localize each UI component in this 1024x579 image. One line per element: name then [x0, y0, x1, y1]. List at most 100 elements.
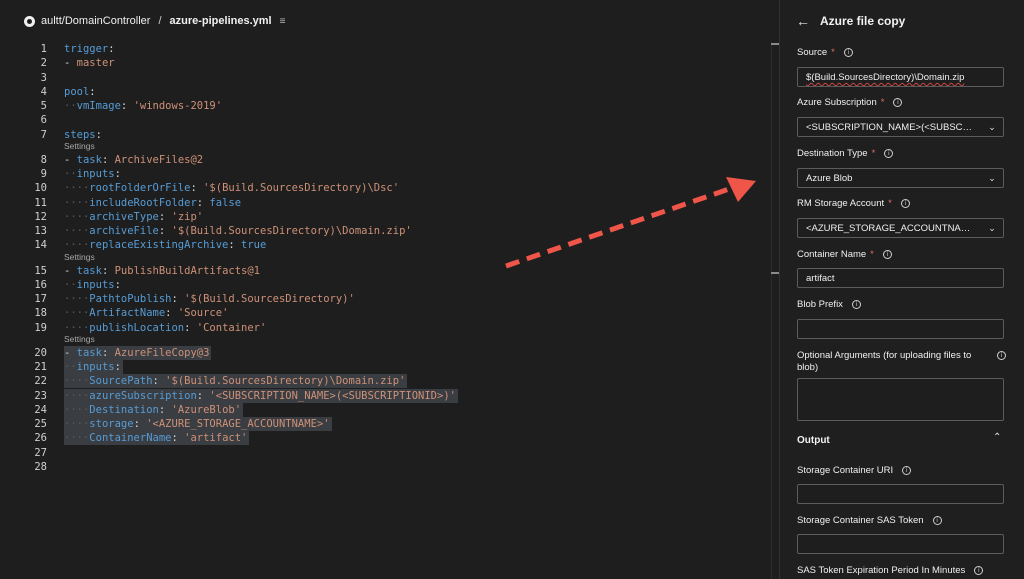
code-line[interactable]: 20 - task: AzureFileCopy@3	[0, 345, 770, 360]
info-icon[interactable]: i	[974, 566, 984, 575]
code-token: :	[158, 225, 172, 237]
output-section-title[interactable]: Output	[797, 435, 830, 446]
code-token: ··	[64, 361, 77, 373]
code-line[interactable]: 8 - task: ArchiveFiles@2	[0, 153, 770, 167]
blob-prefix-label-text: Blob Prefix	[797, 299, 843, 310]
code-line[interactable]: 23 ····azureSubscription: '<SUBSCRIPTION_…	[0, 388, 770, 403]
code-line[interactable]: 27	[0, 446, 770, 460]
code-token: '$(Build.SourcesDirectory)\Dsc'	[203, 182, 400, 195]
line-number: 5	[40, 100, 47, 112]
code-token: :	[158, 403, 172, 416]
code-token: :	[196, 389, 210, 402]
code-line[interactable]: 17 ····PathtoPublish: '$(Build.SourcesDir…	[0, 292, 770, 306]
code-token: :	[108, 43, 115, 55]
code-token: '<AZURE_STORAGE_ACCOUNTNAME>'	[146, 418, 330, 430]
code-line[interactable]: 26 ····ContainerName: 'artifact'	[0, 431, 770, 446]
code-line[interactable]: 1 trigger:	[0, 42, 770, 56]
code-token: :	[152, 375, 166, 388]
codelens-settings[interactable]: Settings	[64, 252, 95, 263]
sas-token-input[interactable]	[797, 534, 1004, 554]
info-icon[interactable]: i	[900, 199, 910, 208]
codelens-settings[interactable]: Settings	[64, 141, 95, 152]
code-token: inputs	[76, 168, 115, 180]
code-text: - task: AzureFileCopy@3	[64, 345, 212, 360]
code-token: PathtoPublish	[89, 293, 172, 305]
sas-token-label-text: Storage Container SAS Token	[797, 515, 924, 526]
code-line[interactable]: 3	[0, 71, 770, 85]
info-icon[interactable]: i	[902, 466, 912, 475]
optional-args-label: Optional Arguments (for uploading files …	[797, 350, 1007, 374]
code-token: -	[64, 346, 77, 359]
chevron-down-icon: ⌄	[988, 173, 996, 183]
code-text: ····storage: '<AZURE_STORAGE_ACCOUNTNAME…	[64, 417, 332, 431]
destination-select[interactable]: Azure Blob ⌄	[797, 168, 1004, 188]
source-input[interactable]: $(Build.SourcesDirectory)\Domain.zip	[797, 67, 1004, 87]
blob-prefix-input[interactable]	[797, 319, 1004, 339]
storage-label: RM Storage Account * i	[797, 198, 910, 209]
info-icon[interactable]: i	[882, 250, 892, 259]
code-line[interactable]: 16 ··inputs:	[0, 278, 770, 292]
code-token: ArchiveFiles@2	[114, 153, 204, 166]
code-text: ····ContainerName: 'artifact'	[64, 431, 250, 446]
code-token: trigger	[64, 43, 109, 55]
back-arrow-icon[interactable]: ←	[796, 14, 810, 28]
storage-select[interactable]: <AZURE_STORAGE_ACCOUNTNAME> ⌄	[797, 218, 1004, 238]
scrollbar-marker-top[interactable]	[771, 43, 779, 45]
code-token: ····	[64, 293, 90, 305]
optional-args-textarea[interactable]	[797, 378, 1004, 421]
github-icon	[24, 15, 35, 27]
info-icon[interactable]: i	[893, 98, 903, 107]
code-editor[interactable]: 1 trigger: 2- master 3 4 pool: 5 ··vmImage: 'wi…	[0, 38, 770, 579]
code-line[interactable]: 19 ····publishLocation: 'Container'	[0, 321, 770, 335]
code-line[interactable]: 22 ····SourcePath: '$(Build.SourcesDirect…	[0, 374, 770, 389]
destination-label: Destination Type * i	[797, 148, 894, 159]
code-token: '$(Build.SourcesDirectory)'	[184, 293, 355, 305]
code-token: includeRootFolder	[89, 196, 197, 209]
codelens-settings[interactable]: Settings	[64, 334, 95, 345]
code-token: '$(Build.SourcesDirectory)\Domain.zip'	[171, 225, 412, 237]
code-token: archiveFile	[89, 225, 159, 237]
info-icon[interactable]: i	[884, 149, 894, 158]
subscription-label-text: Azure Subscription	[797, 97, 877, 108]
code-text: ····azureSubscription: '<SUBSCRIPTION_NA…	[64, 388, 458, 403]
code-line[interactable]: 24 ····Destination: 'AzureBlob'	[0, 402, 770, 417]
source-label: Source * i	[797, 47, 853, 58]
code-token: true	[241, 239, 267, 252]
container-input[interactable]: artifact	[797, 268, 1004, 288]
panel-title: Azure file copy	[820, 14, 906, 28]
chevron-up-icon[interactable]: ⌃	[993, 432, 1001, 443]
code-token: ····	[64, 196, 90, 209]
code-line[interactable]: 4 pool:	[0, 85, 770, 99]
code-line[interactable]: 6	[0, 113, 770, 127]
container-uri-input[interactable]	[797, 484, 1004, 504]
destination-value: Azure Blob	[806, 173, 853, 184]
code-line[interactable]: 7 steps:	[0, 128, 770, 142]
info-icon[interactable]: i	[851, 300, 861, 309]
code-line[interactable]: 25 ····storage: '<AZURE_STORAGE_ACCOUNTNA…	[0, 417, 770, 431]
code-text: ····PathtoPublish: '$(Build.SourcesDirec…	[64, 292, 355, 306]
annotation-arrow	[505, 177, 756, 269]
code-token: ····	[64, 182, 90, 195]
code-line[interactable]: 28	[0, 460, 770, 474]
code-token: :	[101, 264, 115, 277]
info-icon[interactable]: i	[997, 351, 1006, 360]
code-line[interactable]: 18 ····ArtifactName: 'Source'	[0, 306, 770, 320]
code-line[interactable]: 21 ··inputs:	[0, 360, 770, 374]
breadcrumb-repo[interactable]: aultt/DomainController	[41, 15, 150, 27]
code-token: :	[196, 196, 210, 209]
code-text: ····rootFolderOrFile: '$(Build.SourcesDi…	[64, 181, 399, 195]
info-icon[interactable]: i	[843, 48, 853, 57]
code-text: ····replaceExistingArchive: true	[64, 238, 266, 252]
list-icon[interactable]: ≡	[280, 16, 286, 27]
code-token: ····	[64, 307, 90, 320]
breadcrumb-file[interactable]: azure-pipelines.yml	[170, 15, 272, 27]
code-token: false	[209, 196, 242, 209]
code-text: ····ArtifactName: 'Source'	[64, 306, 228, 320]
scrollbar-marker-cursor[interactable]	[771, 272, 779, 274]
subscription-select[interactable]: <SUBSCRIPTION_NAME>(<SUBSCRIPTIONID>) ⌄	[797, 117, 1004, 137]
code-line[interactable]: 5 ··vmImage: 'windows-2019'	[0, 99, 770, 113]
code-token: ····	[64, 418, 90, 430]
blob-prefix-label: Blob Prefix i	[797, 299, 861, 310]
info-icon[interactable]: i	[932, 516, 942, 525]
code-line[interactable]: 2 - master	[0, 56, 770, 70]
